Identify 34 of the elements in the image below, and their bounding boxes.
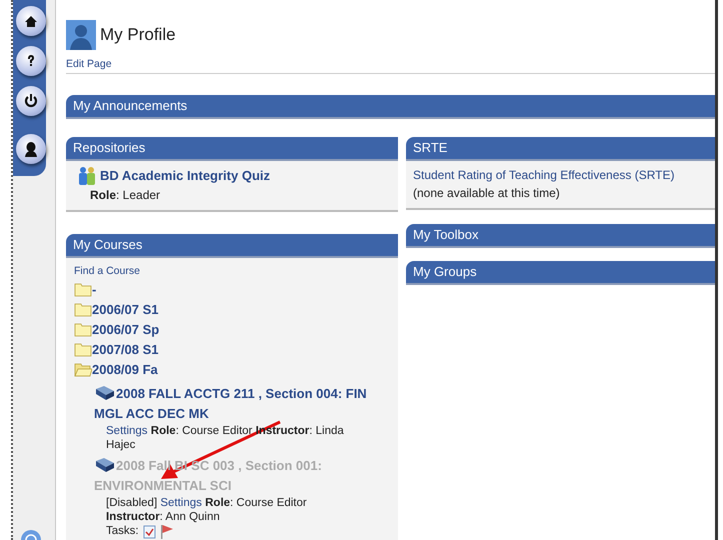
flag-icon — [160, 524, 174, 538]
section-header: My Groups — [406, 260, 715, 285]
folder-link[interactable]: 2006/07 S1 — [92, 300, 159, 320]
folder-link[interactable]: 2006/07 Sp — [92, 320, 160, 340]
srte-link[interactable]: Student Rating of Teaching Effectiveness (SRTE) — [413, 166, 707, 184]
tasks-label: Tasks: — [106, 524, 139, 538]
course-link[interactable]: 2008 FALL ACCTG 211 , Section 004: FIN MGL ACC DEC MK — [94, 384, 390, 424]
section-header: My Toolbox — [406, 224, 715, 248]
avatar-icon — [66, 20, 96, 50]
home-button[interactable] — [16, 6, 46, 36]
section-header: My Announcements — [66, 94, 715, 119]
folder-link[interactable]: 2007/08 S1 — [92, 340, 159, 360]
people-icon — [78, 166, 96, 186]
course-details: [Disabled] Settings Role: Course Editor Instructor: Ann Quinn — [105, 496, 308, 524]
section-header: Repositories — [66, 136, 398, 161]
folder-link[interactable]: 2008/09 Fa — [92, 360, 158, 380]
power-button[interactable] — [16, 86, 46, 116]
section-header: My Courses — [66, 234, 398, 258]
home-icon — [23, 13, 39, 29]
book-icon — [94, 384, 116, 400]
folder-link[interactable]: - — [92, 280, 96, 300]
book-icon — [94, 456, 116, 472]
profile-button[interactable] — [16, 134, 46, 164]
profile-icon — [23, 141, 39, 157]
help-button[interactable] — [16, 46, 46, 76]
repository-link[interactable]: BD Academic Integrity Quiz — [100, 166, 270, 186]
edit-page-link[interactable]: Edit Page — [66, 58, 112, 70]
power-icon — [23, 93, 39, 109]
page-title: My Profile — [100, 24, 176, 46]
section-header: SRTE — [406, 136, 715, 161]
role-text: Role: Leader — [89, 186, 162, 204]
status-text: (none available at this time) — [413, 184, 561, 202]
settings-link[interactable]: Settings — [106, 424, 148, 436]
find-course-link[interactable]: Find a Course — [74, 264, 140, 277]
